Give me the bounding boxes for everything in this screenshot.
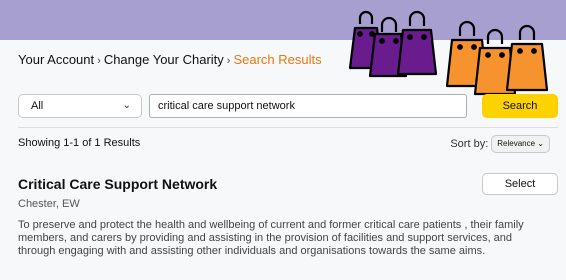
breadcrumb-separator: › — [226, 55, 231, 67]
result-location: Chester, EW — [18, 198, 80, 210]
shopping-bags-illustration — [348, 10, 549, 96]
divider — [18, 127, 558, 128]
charity-search-input[interactable] — [149, 94, 467, 118]
sort-select[interactable]: Relevance ⌄ — [491, 135, 550, 153]
shopping-bag-icon — [505, 24, 549, 92]
sort-control: Sort by: Relevance ⌄ — [450, 135, 550, 153]
shopping-bag-icon — [396, 10, 438, 76]
result-description: To preserve and protect the health and w… — [18, 219, 524, 257]
sort-select-value: Relevance — [497, 139, 536, 148]
breadcrumb-search-results: Search Results — [233, 52, 322, 67]
result-title: Critical Care Support Network — [18, 176, 218, 192]
results-count: Showing 1-1 of 1 Results — [18, 137, 141, 149]
breadcrumb-separator: › — [97, 55, 101, 67]
sort-by-label: Sort by: — [450, 138, 489, 150]
select-charity-button[interactable]: Select — [482, 173, 558, 195]
category-select[interactable]: All ⌄ — [18, 94, 142, 118]
breadcrumb-your-account[interactable]: Your Account — [18, 52, 94, 67]
breadcrumb: Your Account › Change Your Charity › Search … — [18, 52, 322, 67]
category-select-value: All — [31, 100, 44, 112]
breadcrumb-change-your-charity[interactable]: Change Your Charity — [104, 52, 224, 67]
search-button[interactable]: Search — [482, 94, 558, 118]
chevron-down-icon: ⌄ — [122, 100, 131, 111]
chevron-down-icon: ⌄ — [537, 139, 544, 148]
